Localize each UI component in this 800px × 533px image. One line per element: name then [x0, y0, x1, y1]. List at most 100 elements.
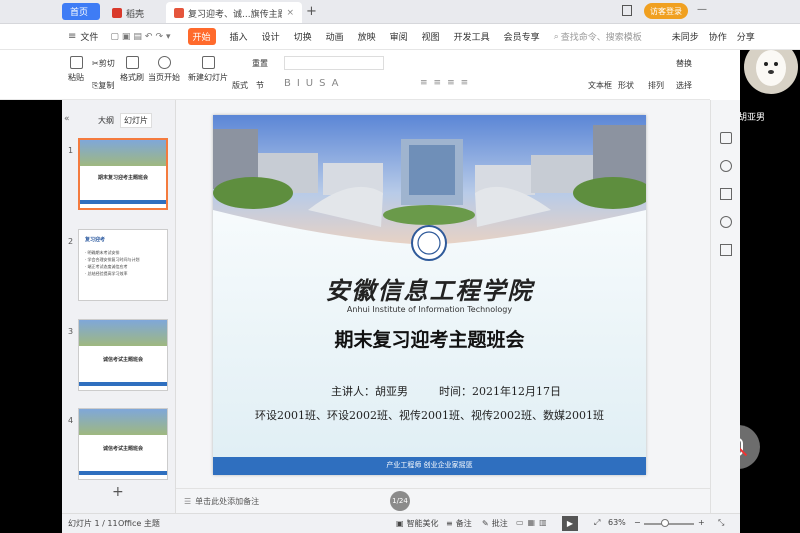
play-current-button[interactable]: 当页开始 [148, 56, 180, 83]
hamburger-icon[interactable]: ≡ [68, 31, 76, 42]
menu-slideshow[interactable]: 放映 [358, 30, 376, 43]
scissors-icon: ✂ [92, 59, 99, 68]
menu-design[interactable]: 设计 [262, 30, 280, 43]
textbox-button[interactable]: 文本框 [588, 80, 612, 91]
slide-count: 幻灯片 1 / 11 [68, 519, 118, 528]
share-button[interactable]: 分享 [737, 30, 755, 43]
brush-icon [125, 56, 139, 69]
menu-bar: ≡ 文件 ▢▣▤↶↷▾ 开始 插入 设计 切换 动画 放映 审阅 视图 开发工具… [0, 24, 800, 50]
replace-button[interactable]: 替换 [676, 58, 692, 69]
mute-button[interactable] [740, 425, 760, 469]
speaker-text: 主讲人：胡亚男 [331, 385, 408, 398]
slide-footer-slogan: 产业工程师 创业企业家摇篮 [386, 461, 473, 469]
settings-icon[interactable] [720, 244, 732, 256]
copy-format-icon[interactable] [720, 188, 732, 200]
tab-label: 复习迎考、诚...旗传主题班会 [188, 9, 282, 20]
font-select[interactable] [284, 56, 384, 70]
select-button[interactable]: 选择 [676, 80, 692, 91]
tab-label: 稻壳 [126, 9, 145, 20]
notes-toggle-icon: ≡ [446, 519, 453, 528]
arrange-button[interactable]: 排列 [648, 80, 664, 91]
notes-icon: ☰ [184, 496, 192, 506]
shape-button[interactable]: 形状 [618, 80, 634, 91]
quick-access-icons[interactable]: ▢▣▤↶↷▾ [110, 32, 173, 42]
close-icon[interactable]: × [286, 8, 294, 18]
menu-developer[interactable]: 开发工具 [454, 30, 490, 43]
slide-thumb-3[interactable]: 诚信考试主题班会 [78, 319, 168, 391]
paragraph-icons[interactable]: ≡≡≡≡ [420, 78, 474, 88]
copy-button[interactable]: ⎘ 复制 [92, 80, 114, 91]
menu-file[interactable]: 文件 [80, 30, 98, 43]
new-tab-icon[interactable]: + [306, 4, 317, 19]
fit-icon[interactable]: ⤢ [594, 518, 600, 528]
zoom-out-icon[interactable]: − [634, 518, 641, 527]
zoom-slider[interactable] [644, 523, 694, 525]
notes-toggle[interactable]: ≡ 备注 [446, 518, 472, 529]
zoom-in-icon[interactable]: + [698, 518, 705, 527]
menu-transition[interactable]: 切换 [294, 30, 312, 43]
beautify-button[interactable]: ▣ 智能美化 [396, 518, 439, 529]
slide-canvas[interactable]: 安徽信息工程学院 Anhui Institute of Information … [213, 115, 646, 475]
video-sidebar: 胡亚男 [740, 0, 800, 533]
menu-animation[interactable]: 动画 [326, 30, 344, 43]
tab-document[interactable]: 复习迎考、诚...旗传主题班会 × [166, 2, 302, 23]
classes-text: 环设2001班、环设2002班、视传2001班、视传2002班、数媒2001班 [255, 409, 604, 422]
object-icon[interactable] [720, 132, 732, 144]
menu-insert[interactable]: 插入 [230, 30, 248, 43]
paste-button[interactable]: 粘贴 [68, 56, 84, 83]
add-slide-button[interactable]: + [112, 484, 124, 500]
thumb-line: · 端正考试态度诚信应考 [85, 264, 128, 269]
section-button[interactable]: 节 [256, 80, 264, 91]
slide-thumb-2[interactable]: 复习迎考 · 明确期末考试安排 · 学会合理安排复习时间与计划 · 端正考试态度… [78, 229, 168, 301]
ppt-icon [174, 8, 184, 18]
slide-thumbnail-panel: « 大纲 幻灯片 1 期末复习迎考主题班会 2 复习迎考 · 明确期末考试安排 … [62, 100, 176, 513]
collapse-icon[interactable]: « [64, 114, 70, 124]
font-style-icons[interactable]: BIUSA [284, 78, 345, 89]
video-username: 胡亚男 [740, 113, 766, 123]
help-icon[interactable] [720, 216, 732, 228]
layout-button[interactable]: 版式 [232, 80, 248, 91]
thumb-line: · 总结经验提高学习效率 [85, 271, 128, 276]
zoom-slider-handle[interactable] [661, 519, 669, 527]
comment-icon: ✎ [482, 519, 489, 528]
sync-status[interactable]: 未同步 [672, 30, 699, 43]
menu-view[interactable]: 视图 [422, 30, 440, 43]
left-black-bar [0, 24, 62, 533]
new-slide-button[interactable]: 新建幻灯片 [188, 56, 228, 83]
thumb-number: 2 [68, 237, 74, 246]
tab-slides[interactable]: 幻灯片 [120, 113, 152, 128]
menu-review[interactable]: 审阅 [390, 30, 408, 43]
slide-thumb-4[interactable]: 诚信考试主题班会 [78, 408, 168, 480]
thumb-number: 3 [68, 327, 74, 336]
view-mode-icons[interactable]: ▭▦▥ [516, 518, 551, 527]
animation-icon[interactable] [720, 160, 732, 172]
school-name-english: Anhui Institute of Information Technolog… [346, 305, 513, 314]
tab-docer[interactable]: 稻壳 [104, 2, 164, 23]
comment-toggle[interactable]: ✎ 批注 [482, 518, 508, 529]
time-text: 时间：2021年12月17日 [439, 385, 561, 398]
slide-thumb-1[interactable]: 期末复习迎考主题班会 [78, 138, 168, 210]
fullscreen-icon[interactable]: ⤡ [718, 518, 724, 528]
menu-start[interactable]: 开始 [187, 28, 216, 45]
slideshow-play-button[interactable]: ▶ [562, 516, 578, 531]
tab-label: 首页 [70, 8, 89, 18]
format-painter-button[interactable]: 格式刷 [120, 56, 144, 83]
tab-outline[interactable]: 大纲 [98, 115, 114, 126]
zoom-level[interactable]: 63% [608, 518, 626, 527]
new-slide-icon [201, 56, 215, 69]
cut-button[interactable]: ✂ 剪切 [92, 58, 115, 69]
login-badge[interactable]: 访客登录 [644, 3, 688, 19]
notes-area[interactable]: ☰ 单击此处添加备注 1/24 [176, 488, 710, 513]
minimize-icon[interactable]: — [697, 4, 707, 15]
collab-button[interactable]: 协作 [709, 30, 727, 43]
menu-member[interactable]: 会员专享 [504, 30, 540, 43]
window-icon[interactable] [622, 5, 632, 16]
tab-bar: 首页 稻壳 复习迎考、诚...旗传主题班会 × + 访客登录 — [0, 0, 800, 24]
page-indicator: 1/24 [390, 491, 410, 511]
beautify-icon: ▣ [396, 519, 404, 528]
command-search[interactable]: 查找命令、搜索模板 [561, 30, 642, 43]
reset-button[interactable]: 重置 [252, 58, 268, 69]
tab-home[interactable]: 首页 [62, 3, 100, 20]
thumb-line: · 明确期末考试安排 [85, 250, 120, 255]
school-name-calligraphy: 安徽信息工程学院 [325, 276, 534, 305]
